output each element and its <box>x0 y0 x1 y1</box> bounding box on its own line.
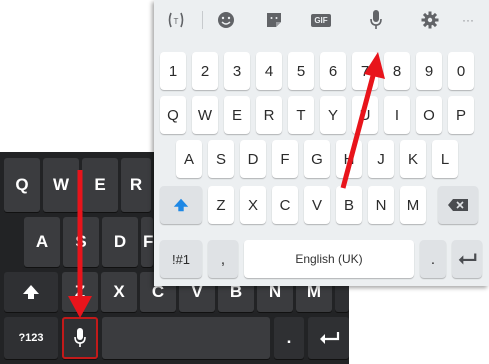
key-0[interactable]: 0 <box>448 52 474 90</box>
key-r[interactable]: R <box>121 158 151 212</box>
backspace-key[interactable] <box>438 186 478 224</box>
key-z[interactable]: Z <box>62 272 98 312</box>
key-f[interactable]: F <box>141 217 153 267</box>
key-6[interactable]: 6 <box>320 52 346 90</box>
symbols-key[interactable]: ?123 <box>4 317 58 359</box>
microphone-key[interactable] <box>62 317 98 359</box>
key-x[interactable]: X <box>240 186 266 224</box>
key-j[interactable]: J <box>368 140 394 178</box>
key-x[interactable]: X <box>101 272 137 312</box>
space-bar[interactable]: English (UK) <box>244 240 414 278</box>
sticker-icon[interactable] <box>262 8 286 32</box>
key-5[interactable]: 5 <box>288 52 314 90</box>
key-l[interactable]: L <box>432 140 458 178</box>
emoji-icon[interactable] <box>214 8 238 32</box>
up-arrow-icon <box>23 285 39 299</box>
shift-key[interactable] <box>4 272 58 312</box>
enter-key[interactable] <box>452 240 482 278</box>
key-w[interactable]: W <box>192 96 218 134</box>
key-e[interactable]: E <box>224 96 250 134</box>
key-v[interactable]: V <box>304 186 330 224</box>
key-p[interactable]: P <box>448 96 474 134</box>
key-z[interactable]: Z <box>208 186 234 224</box>
keyboard-toolbar: T GIF ··· <box>154 0 489 40</box>
key-u[interactable]: U <box>352 96 378 134</box>
key-y[interactable]: Y <box>320 96 346 134</box>
symbols-key[interactable]: !#1 <box>160 240 202 278</box>
key-b[interactable]: B <box>336 186 362 224</box>
key-4[interactable]: 4 <box>256 52 282 90</box>
key-f[interactable]: F <box>272 140 298 178</box>
key-g[interactable]: G <box>304 140 330 178</box>
enter-icon <box>319 332 339 344</box>
period-key[interactable]: . <box>420 240 446 278</box>
key-s[interactable]: S <box>208 140 234 178</box>
key-h[interactable]: H <box>336 140 362 178</box>
shift-key[interactable] <box>160 186 202 224</box>
key-q[interactable]: Q <box>160 96 186 134</box>
comma-key[interactable]: , <box>208 240 238 278</box>
microphone-icon <box>74 328 86 347</box>
toolbar-divider <box>202 11 203 29</box>
gif-icon[interactable]: GIF <box>309 8 333 32</box>
space-bar[interactable] <box>102 317 270 359</box>
key-e[interactable]: E <box>82 158 118 212</box>
key-n[interactable]: N <box>368 186 394 224</box>
new-keyboard: T GIF ··· 1 2 3 4 5 6 7 8 9 0 Q W E R T … <box>154 0 489 286</box>
enter-key[interactable] <box>308 317 349 359</box>
key-i[interactable]: I <box>384 96 410 134</box>
svg-text:T: T <box>174 17 179 26</box>
translate-icon[interactable]: T <box>164 8 188 32</box>
key-m[interactable]: M <box>400 186 426 224</box>
key-c[interactable]: C <box>272 186 298 224</box>
period-key[interactable]: . <box>274 317 304 359</box>
enter-icon <box>458 253 477 265</box>
key-w[interactable]: W <box>43 158 79 212</box>
key-r[interactable]: R <box>256 96 282 134</box>
key-o[interactable]: O <box>416 96 442 134</box>
backspace-icon <box>448 199 468 211</box>
key-9[interactable]: 9 <box>416 52 442 90</box>
key-q[interactable]: Q <box>4 158 40 212</box>
gear-icon[interactable] <box>418 8 442 32</box>
microphone-icon[interactable] <box>364 8 388 32</box>
key-t[interactable]: T <box>288 96 314 134</box>
key-3[interactable]: 3 <box>224 52 250 90</box>
key-d[interactable]: D <box>240 140 266 178</box>
key-2[interactable]: 2 <box>192 52 218 90</box>
key-d[interactable]: D <box>102 217 138 267</box>
key-s[interactable]: S <box>63 217 99 267</box>
more-icon[interactable]: ··· <box>456 8 480 32</box>
key-7[interactable]: 7 <box>352 52 378 90</box>
key-1[interactable]: 1 <box>160 52 186 90</box>
key-k[interactable]: K <box>400 140 426 178</box>
up-arrow-icon <box>173 198 189 212</box>
key-a[interactable]: A <box>176 140 202 178</box>
key-a[interactable]: A <box>24 217 60 267</box>
key-8[interactable]: 8 <box>384 52 410 90</box>
